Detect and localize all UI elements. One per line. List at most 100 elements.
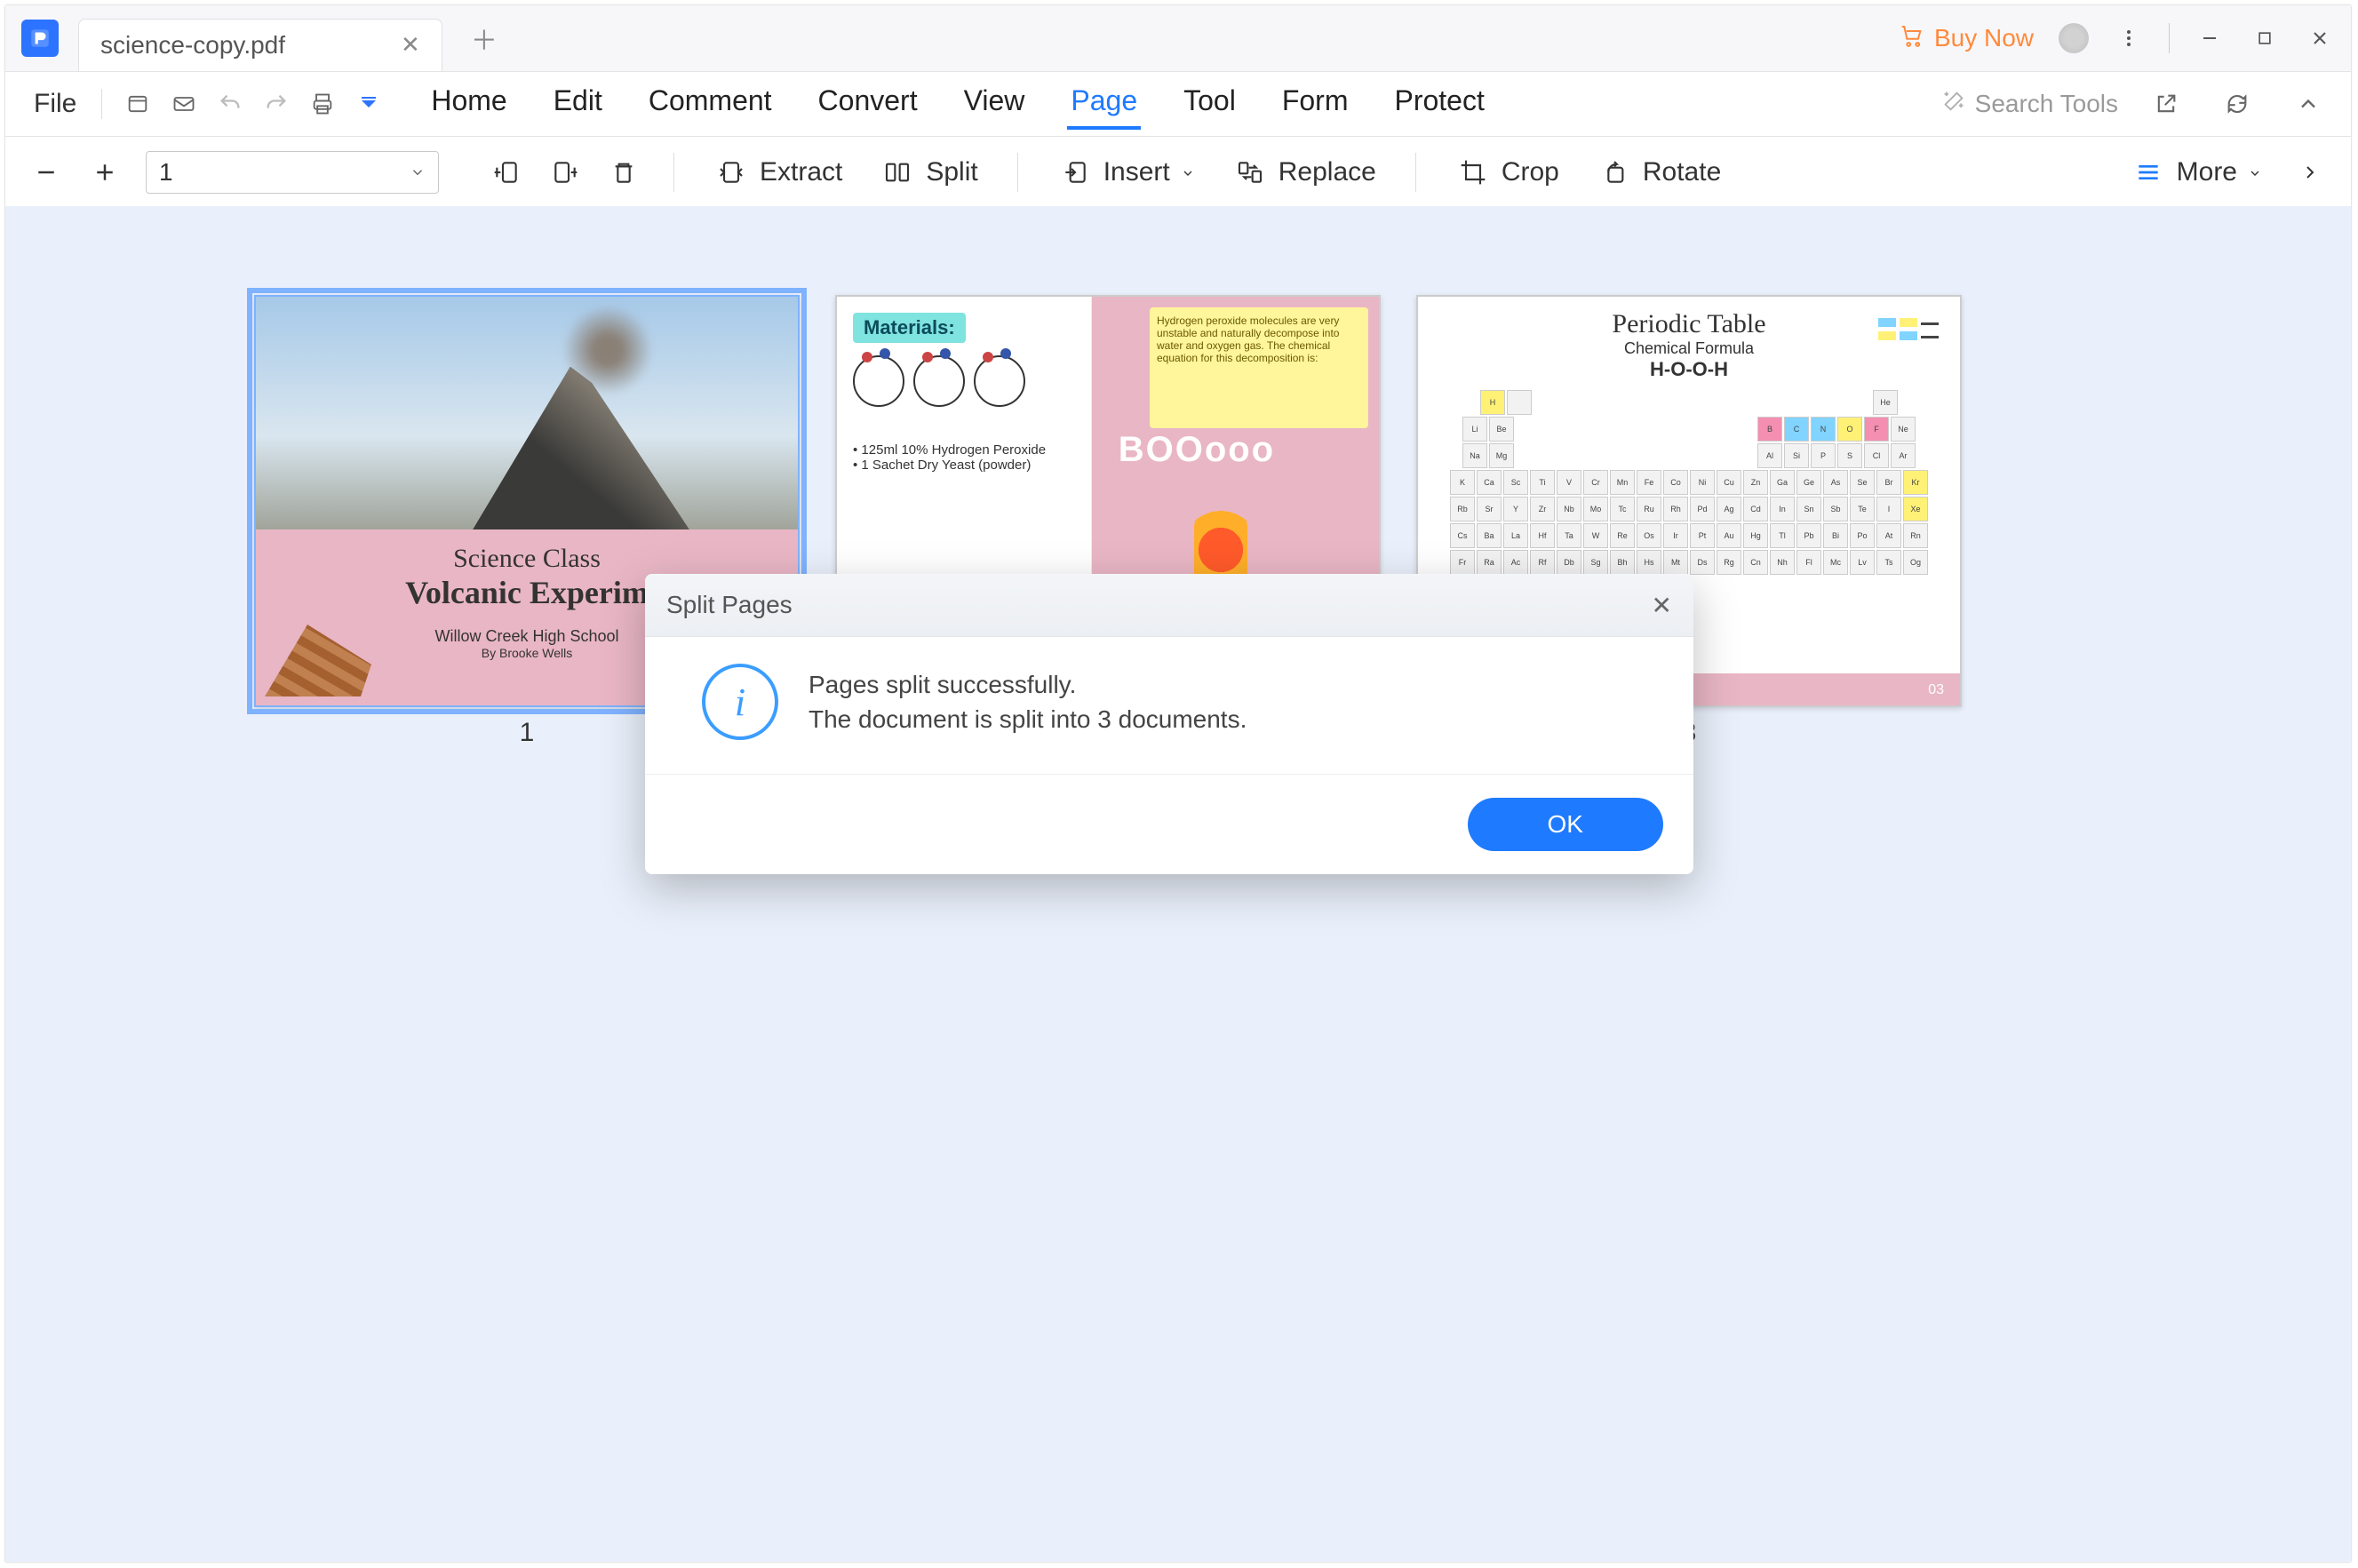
rotate-icon bbox=[1597, 155, 1632, 190]
document-tab-label: science-copy.pdf bbox=[100, 31, 285, 60]
undo-icon[interactable] bbox=[211, 84, 250, 123]
materials-item-2: • 1 Sachet Dry Yeast (powder) bbox=[853, 458, 1075, 473]
split-button[interactable]: Split bbox=[872, 149, 984, 195]
materials-list: • 125ml 10% Hydrogen Peroxide • 1 Sachet… bbox=[853, 442, 1075, 473]
overflow-right-icon[interactable] bbox=[2292, 155, 2328, 190]
tab-protect[interactable]: Protect bbox=[1390, 79, 1487, 130]
thumbnail-1[interactable]: Science Class Volcanic Experim Willow Cr… bbox=[254, 295, 800, 1562]
extract-icon bbox=[713, 155, 749, 190]
periodic-table-grid: HHe LiBeBCNOFNe NaMgAlSiPSClAr KCaScTiVC… bbox=[1434, 390, 1944, 575]
separator bbox=[101, 89, 102, 119]
titlebar: science-copy.pdf ✕ ＋ Buy Now bbox=[5, 5, 2351, 72]
crop-label: Crop bbox=[1502, 157, 1559, 187]
crop-button[interactable]: Crop bbox=[1448, 149, 1566, 195]
page-thumbnail-area: Science Class Volcanic Experim Willow Cr… bbox=[5, 206, 2351, 1562]
insert-page-left-icon[interactable] bbox=[489, 155, 524, 190]
separator bbox=[673, 153, 674, 192]
periodic-sub: Chemical Formula bbox=[1418, 339, 1960, 358]
more-icon bbox=[2131, 155, 2166, 190]
dialog-close-button[interactable]: ✕ bbox=[1652, 591, 1672, 620]
separator bbox=[2169, 23, 2170, 53]
ribbon-tabs: Home Edit Comment Convert View Page Tool… bbox=[427, 79, 1488, 130]
print-icon[interactable] bbox=[303, 84, 342, 123]
insert-page-right-icon[interactable] bbox=[547, 155, 583, 190]
chevron-down-icon bbox=[2248, 157, 2262, 187]
tab-edit[interactable]: Edit bbox=[550, 79, 606, 130]
rotate-button[interactable]: Rotate bbox=[1589, 149, 1728, 195]
collapse-ribbon-icon[interactable] bbox=[2289, 84, 2328, 123]
separator bbox=[1017, 153, 1018, 192]
ok-button[interactable]: OK bbox=[1468, 798, 1663, 851]
tab-page[interactable]: Page bbox=[1067, 79, 1141, 130]
zoom-in-button[interactable] bbox=[87, 155, 123, 190]
dialog-message-line2: The document is split into 3 documents. bbox=[809, 702, 1247, 736]
file-menu[interactable]: File bbox=[21, 84, 89, 124]
sync-icon[interactable] bbox=[2218, 84, 2257, 123]
more-button[interactable]: More bbox=[2123, 149, 2269, 195]
legend: ▬▬ ▬▬ bbox=[1878, 318, 1939, 341]
split-icon bbox=[880, 155, 915, 190]
window-minimize-button[interactable] bbox=[2195, 23, 2225, 53]
mail-icon[interactable] bbox=[164, 84, 203, 123]
new-tab-button[interactable]: ＋ bbox=[460, 13, 508, 63]
sticky-note: Hydrogen peroxide molecules are very uns… bbox=[1150, 307, 1368, 428]
boo-text: BOOooo bbox=[1119, 430, 1275, 470]
replace-label: Replace bbox=[1279, 157, 1376, 187]
slide1-line1: Science Class bbox=[256, 544, 798, 574]
dialog-message-line1: Pages split successfully. bbox=[809, 667, 1247, 702]
window-maximize-button[interactable] bbox=[2250, 23, 2280, 53]
molecule-diagram bbox=[853, 355, 1075, 407]
tab-form[interactable]: Form bbox=[1279, 79, 1352, 130]
window-close-button[interactable] bbox=[2305, 23, 2335, 53]
tab-convert[interactable]: Convert bbox=[815, 79, 921, 130]
chevron-down-icon bbox=[410, 158, 426, 187]
dialog-message: Pages split successfully. The document i… bbox=[809, 667, 1247, 736]
search-tools-label: Search Tools bbox=[1975, 90, 2118, 118]
materials-tag: Materials: bbox=[853, 313, 966, 343]
insert-icon bbox=[1057, 155, 1093, 190]
info-icon: i bbox=[702, 664, 778, 740]
periodic-formula: H-O-O-H bbox=[1418, 358, 1960, 381]
more-label: More bbox=[2177, 157, 2237, 187]
buy-now-label: Buy Now bbox=[1934, 24, 2034, 52]
slide1-image bbox=[256, 297, 798, 529]
rotate-label: Rotate bbox=[1643, 157, 1721, 187]
cart-icon bbox=[1899, 22, 1925, 55]
tab-tool[interactable]: Tool bbox=[1180, 79, 1239, 130]
search-tools[interactable]: Search Tools bbox=[1941, 89, 2118, 120]
thumbnail-2[interactable]: Materials: • 125ml 10% Hydrogen Peroxide… bbox=[835, 295, 1381, 1562]
dialog-header: Split Pages ✕ bbox=[645, 574, 1693, 637]
kebab-menu-icon[interactable] bbox=[2114, 23, 2144, 53]
thumbnail-3[interactable]: ▬▬ ▬▬ Periodic Table Chemical Formula H-… bbox=[1416, 295, 1962, 1562]
redo-icon[interactable] bbox=[257, 84, 296, 123]
replace-button[interactable]: Replace bbox=[1225, 149, 1383, 195]
replace-icon bbox=[1232, 155, 1268, 190]
separator bbox=[1415, 153, 1416, 192]
customize-qat-icon[interactable] bbox=[349, 84, 388, 123]
close-tab-icon[interactable]: ✕ bbox=[401, 31, 420, 59]
thumbnail-1-label: 1 bbox=[520, 718, 535, 748]
wand-icon bbox=[1941, 89, 1966, 120]
chevron-down-icon bbox=[1181, 157, 1195, 187]
page-number-value: 1 bbox=[159, 158, 173, 187]
page-number-select[interactable]: 1 bbox=[146, 151, 439, 194]
dialog-title: Split Pages bbox=[666, 591, 793, 619]
tab-comment[interactable]: Comment bbox=[645, 79, 776, 130]
buy-now-button[interactable]: Buy Now bbox=[1899, 22, 2034, 55]
extract-button[interactable]: Extract bbox=[706, 149, 849, 195]
user-avatar[interactable] bbox=[2059, 23, 2089, 53]
tab-view[interactable]: View bbox=[960, 79, 1029, 130]
popout-icon[interactable] bbox=[2147, 84, 2186, 123]
zoom-out-button[interactable] bbox=[28, 155, 64, 190]
insert-button[interactable]: Insert bbox=[1050, 149, 1202, 195]
extract-label: Extract bbox=[760, 157, 842, 187]
split-label: Split bbox=[926, 157, 977, 187]
crop-icon bbox=[1455, 155, 1491, 190]
materials-item-1: • 125ml 10% Hydrogen Peroxide bbox=[853, 442, 1075, 458]
app-logo-icon bbox=[21, 20, 59, 57]
open-icon[interactable] bbox=[118, 84, 157, 123]
menubar: File Home Edit Comment Convert View Page… bbox=[5, 72, 2351, 137]
tab-home[interactable]: Home bbox=[427, 79, 510, 130]
document-tab[interactable]: science-copy.pdf ✕ bbox=[78, 19, 442, 71]
delete-page-icon[interactable] bbox=[606, 155, 641, 190]
